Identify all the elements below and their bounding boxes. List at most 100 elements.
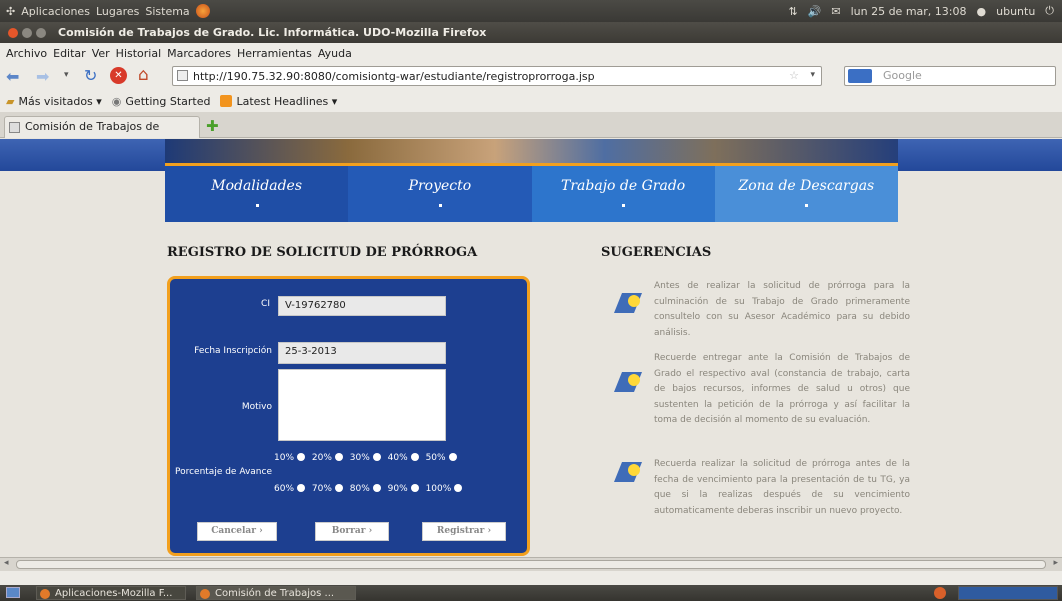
url-text: http://190.75.32.90:8080/comisiontg-war/… bbox=[193, 69, 595, 83]
menu-historial[interactable]: Historial bbox=[116, 47, 161, 60]
trash-icon[interactable] bbox=[934, 587, 946, 599]
bookmarks-toolbar: ▰ Más visitados ▾ ◉ Getting Started Late… bbox=[0, 90, 1062, 112]
firefox-task-icon bbox=[40, 589, 50, 599]
firefox-task-icon bbox=[200, 589, 210, 599]
clock[interactable]: lun 25 de mar, 13:08 bbox=[851, 5, 967, 18]
folder-icon: ▰ bbox=[6, 94, 15, 108]
stop-icon[interactable]: ✕ bbox=[110, 67, 127, 84]
menubar: Archivo Editar Ver Historial Marcadores … bbox=[0, 43, 1062, 63]
ci-label: CI bbox=[261, 299, 270, 309]
scroll-right-icon[interactable]: ▸ bbox=[1053, 558, 1058, 568]
radio-80[interactable]: 80% bbox=[350, 484, 381, 494]
bookmark-getting-started[interactable]: Getting Started bbox=[125, 95, 210, 108]
site-identity-icon[interactable] bbox=[177, 70, 188, 81]
ubuntu-logo-icon[interactable]: ✣ bbox=[6, 5, 15, 18]
maximize-window-button[interactable] bbox=[36, 27, 46, 38]
user-name[interactable]: ubuntu bbox=[996, 5, 1035, 18]
back-icon[interactable]: ⬅ bbox=[6, 67, 19, 86]
home-icon[interactable]: ⌂ bbox=[138, 65, 149, 85]
radio-20[interactable]: 20% bbox=[312, 453, 343, 463]
workspace-switcher[interactable] bbox=[958, 586, 1058, 600]
firefox-launcher-icon[interactable] bbox=[195, 4, 210, 18]
radio-10[interactable]: 10% bbox=[274, 453, 306, 463]
avance-row-2: 60% 70% 80% 90% 100% bbox=[274, 484, 494, 494]
radio-30[interactable]: 30% bbox=[350, 453, 381, 463]
bookmark-star-icon[interactable]: ☆ bbox=[789, 69, 799, 82]
search-field[interactable]: Google bbox=[844, 66, 1056, 86]
network-icon[interactable]: ⇅ bbox=[788, 5, 797, 18]
panel-menu-lugares[interactable]: Lugares bbox=[96, 5, 139, 18]
tip-3: Recuerda realizar la solicitud de prórro… bbox=[654, 459, 910, 516]
prorroga-form: CI V-19762780 Fecha Inscripción 25-3-201… bbox=[167, 276, 530, 556]
navigation-toolbar: ⬅ ➡ ▾ ↻ ✕ ⌂ http://190.75.32.90:8080/com… bbox=[0, 63, 1062, 90]
minimize-window-button[interactable] bbox=[22, 27, 32, 38]
bookmark-latest-headlines[interactable]: Latest Headlines ▾ bbox=[236, 95, 337, 108]
menu-editar[interactable]: Editar bbox=[53, 47, 86, 60]
task-aplicaciones[interactable]: Aplicaciones-Mozilla F... bbox=[36, 586, 186, 600]
rss-icon bbox=[220, 95, 233, 107]
cancelar-button[interactable]: Cancelar › bbox=[197, 522, 277, 541]
tab-bar: Comisión de Trabajos de Grad... ✚ bbox=[0, 112, 1062, 153]
menu-marcadores[interactable]: Marcadores bbox=[167, 47, 231, 60]
motivo-label: Motivo bbox=[241, 402, 272, 412]
tip-1: Antes de realizar la solicitud de prórro… bbox=[654, 281, 910, 338]
panel-menu-sistema[interactable]: Sistema bbox=[145, 5, 189, 18]
lightbulb-icon bbox=[614, 293, 642, 313]
menu-ayuda[interactable]: Ayuda bbox=[318, 47, 352, 60]
radio-40[interactable]: 40% bbox=[388, 453, 419, 463]
radio-70[interactable]: 70% bbox=[312, 484, 343, 494]
reload-icon[interactable]: ↻ bbox=[84, 66, 97, 85]
mail-icon[interactable]: ✉ bbox=[831, 5, 840, 18]
site-nav: Modalidades Proyecto Trabajo de Grado Zo… bbox=[165, 166, 898, 222]
fecha-label: Fecha Inscripción bbox=[194, 346, 272, 356]
task-comision[interactable]: Comisión de Trabajos ... bbox=[196, 586, 356, 600]
nav-modalidades[interactable]: Modalidades bbox=[165, 166, 349, 222]
user-icon: ● bbox=[976, 4, 987, 18]
lightbulb-icon bbox=[614, 462, 642, 482]
nav-trabajo-de-grado[interactable]: Trabajo de Grado bbox=[531, 166, 715, 222]
nav-proyecto[interactable]: Proyecto bbox=[348, 166, 532, 222]
scroll-left-icon[interactable]: ◂ bbox=[4, 558, 9, 568]
lightbulb-icon bbox=[614, 372, 642, 392]
tip-2: Recuerde entregar ante la Comisión de Tr… bbox=[654, 353, 910, 425]
fecha-field[interactable]: 25-3-2013 bbox=[278, 342, 446, 364]
history-dropdown-icon[interactable]: ▾ bbox=[64, 70, 69, 80]
motivo-textarea[interactable] bbox=[278, 369, 446, 441]
show-desktop-icon[interactable] bbox=[6, 587, 20, 598]
close-window-button[interactable] bbox=[8, 27, 18, 38]
os-taskbar: Aplicaciones-Mozilla F... Comisión de Tr… bbox=[0, 585, 1062, 601]
menu-herramientas[interactable]: Herramientas bbox=[237, 47, 312, 60]
url-bar[interactable]: http://190.75.32.90:8080/comisiontg-war/… bbox=[172, 66, 822, 86]
power-icon[interactable]: ⏻ bbox=[1045, 4, 1054, 18]
scrollbar-thumb[interactable] bbox=[16, 560, 1046, 569]
nav-zona-de-descargas[interactable]: Zona de Descargas bbox=[714, 166, 898, 222]
menu-ver[interactable]: Ver bbox=[92, 47, 110, 60]
borrar-button[interactable]: Borrar › bbox=[315, 522, 389, 541]
horizontal-scrollbar[interactable]: ◂ ▸ bbox=[0, 557, 1062, 571]
volume-icon[interactable]: 🔊 bbox=[808, 5, 822, 18]
window-titlebar: Comisión de Trabajos de Grado. Lic. Info… bbox=[0, 22, 1062, 43]
radio-60[interactable]: 60% bbox=[274, 484, 306, 494]
ci-field[interactable]: V-19762780 bbox=[278, 296, 446, 316]
search-placeholder: Google bbox=[883, 69, 922, 82]
os-top-panel: ✣ Aplicaciones Lugares Sistema ⇅ 🔊 ✉ lun… bbox=[0, 0, 1062, 22]
form-heading: REGISTRO DE SOLICITUD DE PRÓRROGA bbox=[167, 245, 478, 260]
header-banner-image bbox=[165, 139, 898, 165]
avance-row-1: 10% 20% 30% 40% 50% bbox=[274, 453, 484, 463]
url-dropdown-icon[interactable]: ▾ bbox=[810, 70, 815, 80]
tab-comision[interactable]: Comisión de Trabajos de Grad... bbox=[4, 116, 200, 153]
bookmark-mas-visitados[interactable]: Más visitados ▾ bbox=[18, 95, 101, 108]
new-tab-icon[interactable]: ✚ bbox=[206, 117, 219, 135]
menu-archivo[interactable]: Archivo bbox=[6, 47, 47, 60]
radio-100[interactable]: 100% bbox=[426, 484, 463, 494]
search-engine-icon[interactable] bbox=[848, 69, 872, 83]
registrar-button[interactable]: Registrar › bbox=[422, 522, 506, 541]
status-bar bbox=[0, 571, 1062, 585]
page-favicon-icon bbox=[9, 122, 20, 133]
avance-label: Porcentaje de Avance bbox=[174, 467, 272, 477]
radio-50[interactable]: 50% bbox=[426, 453, 457, 463]
forward-icon[interactable]: ➡ bbox=[36, 67, 49, 86]
globe-icon: ◉ bbox=[111, 94, 122, 108]
radio-90[interactable]: 90% bbox=[388, 484, 419, 494]
panel-menu-aplicaciones[interactable]: Aplicaciones bbox=[21, 5, 90, 18]
